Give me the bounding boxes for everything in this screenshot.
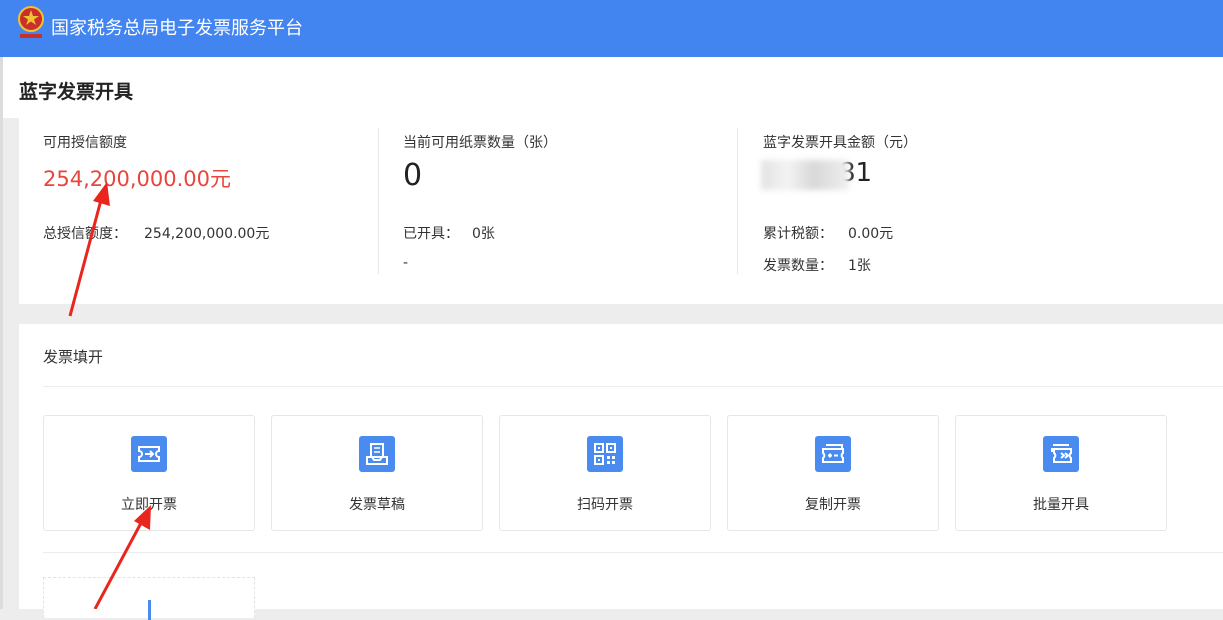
card-label: 扫码开票 (577, 497, 633, 513)
paper-count-value: 0 (403, 158, 423, 193)
section-divider (43, 552, 1223, 553)
app-title: 国家税务总局电子发票服务平台 (51, 18, 303, 39)
card-icon-partial (148, 600, 151, 620)
left-gutter (3, 118, 19, 609)
invoice-fill-panel: 发票填开 立即开票 发票草稿 扫码开票 复制开票 批量开具 (19, 324, 1223, 620)
issued-label: 已开具： (403, 226, 459, 242)
total-credit-label: 总授信额度： (43, 226, 127, 242)
draft-tray-icon (359, 436, 395, 472)
copy-ticket-icon (815, 436, 851, 472)
section-divider (43, 386, 1223, 387)
stats-divider (378, 128, 379, 274)
page-title: 蓝字发票开具 (19, 81, 134, 103)
batch-ticket-icon (1043, 436, 1079, 472)
top-bar: 国家税务总局电子发票服务平台 (0, 0, 1223, 57)
credit-label: 可用授信额度 (43, 135, 127, 151)
issued-value: 0张 (472, 226, 495, 242)
card-issue-now[interactable]: 立即开票 (43, 415, 255, 531)
credit-value: 254,200,000.00元 (43, 167, 231, 191)
paper-extra: - (403, 255, 409, 271)
card-scan[interactable]: 扫码开票 (499, 415, 711, 531)
card-draft[interactable]: 发票草稿 (271, 415, 483, 531)
invoice-count-value: 1张 (848, 258, 871, 274)
tax-emblem-icon (18, 6, 44, 38)
card-label: 立即开票 (121, 497, 177, 513)
stats-divider (737, 128, 738, 274)
paper-count-label: 当前可用纸票数量（张） (403, 135, 557, 151)
page-header: 蓝字发票开具 (3, 57, 1223, 118)
card-batch[interactable]: 批量开具 (955, 415, 1167, 531)
card-copy[interactable]: 复制开票 (727, 415, 939, 531)
qr-code-icon (587, 436, 623, 472)
card-label: 发票草稿 (349, 497, 405, 513)
blue-amount-label: 蓝字发票开具金额（元） (763, 135, 917, 151)
ticket-arrow-icon (131, 436, 167, 472)
bottom-card[interactable] (43, 577, 255, 620)
blurred-amount-mask (761, 160, 849, 190)
card-label: 批量开具 (1033, 497, 1089, 513)
section-title: 发票填开 (43, 348, 104, 366)
tax-total-value: 0.00元 (848, 226, 894, 242)
total-credit-value: 254,200,000.00元 (144, 226, 270, 242)
tax-total-label: 累计税额： (763, 226, 833, 242)
card-label: 复制开票 (805, 497, 861, 513)
stats-panel: 可用授信额度 254,200,000.00元 总授信额度： 254,200,00… (19, 118, 1223, 304)
invoice-count-label: 发票数量： (763, 258, 833, 274)
